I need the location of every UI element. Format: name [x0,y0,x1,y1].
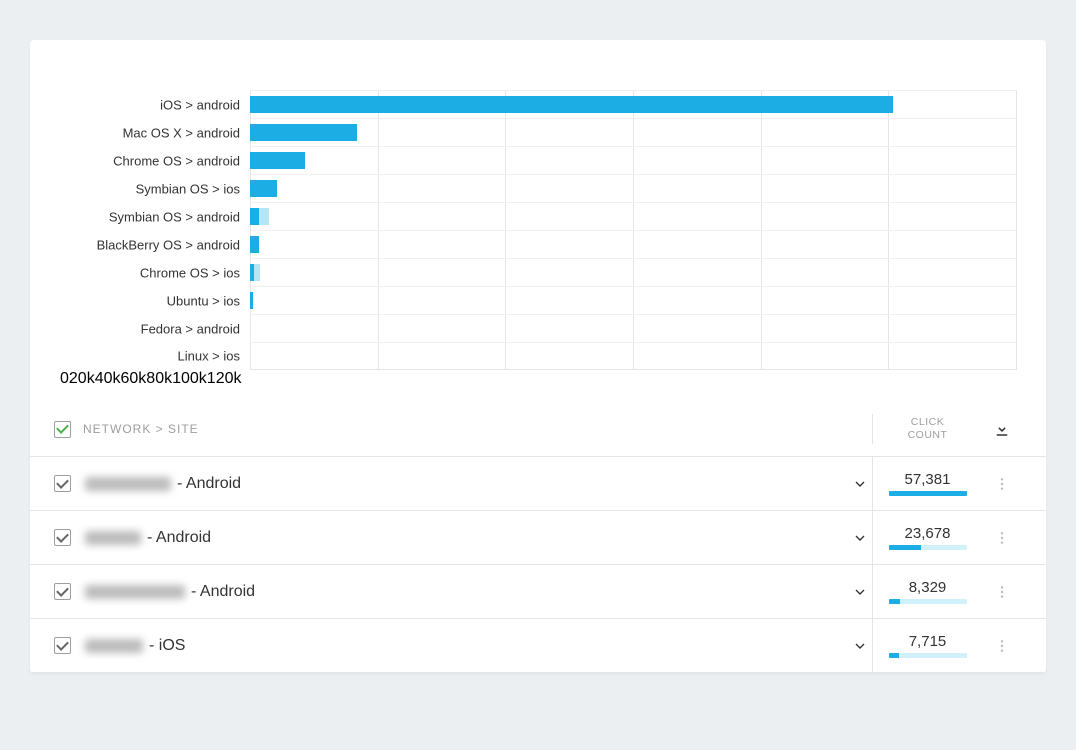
chevron-down-icon [852,638,868,654]
chart-plot-area: iOS > androidMac OS X > androidChrome OS… [250,90,1016,370]
row-suffix: - Android [191,583,255,601]
expand-button[interactable] [848,476,872,492]
click-count-cell: 23,678 [872,511,982,564]
click-count-cell: 7,715 [872,619,982,672]
click-count-bar [889,599,967,604]
column-header-click-count[interactable]: CLICK COUNT [872,414,982,444]
chart-bar-label: iOS > android [160,97,250,112]
chart-bar-row: Chrome OS > android [250,146,1016,174]
chart-x-tick: 0 [60,370,69,387]
chart-bar[interactable] [250,124,357,141]
table-body: - Android 57,381 - Android 23,678 - Androi… [30,457,1046,673]
chart-x-tick: 80k [146,370,172,387]
select-all-checkbox[interactable] [54,421,71,438]
chart-bar-label: Symbian OS > ios [136,181,250,196]
chart-bar-label: Fedora > android [141,321,250,336]
chart-bar-label: Linux > ios [177,349,250,364]
chart-bar[interactable] [250,292,253,309]
expand-button[interactable] [848,638,872,654]
chart-bar[interactable] [254,264,260,281]
chart-x-tick: 100k [172,370,207,387]
row-menu-button[interactable] [982,638,1022,654]
chart-bar-row: Fedora > android [250,314,1016,342]
chart-x-tick: 40k [95,370,121,387]
row-suffix: - Android [177,475,241,493]
chart-bar-row: Symbian OS > ios [250,174,1016,202]
chart-bar-label: Ubuntu > ios [167,293,250,308]
row-menu-button[interactable] [982,476,1022,492]
row-checkbox[interactable] [54,583,71,600]
chart-bar-row: iOS > android [250,90,1016,118]
row-suffix: - iOS [149,637,185,655]
chart-x-tick: 20k [69,370,95,387]
row-checkbox[interactable] [54,637,71,654]
chart-bar[interactable] [250,208,259,225]
chart-bar-label: Chrome OS > android [113,153,250,168]
chart-x-tick: 60k [121,370,147,387]
chart-bar-row: BlackBerry OS > android [250,230,1016,258]
click-count-bar [889,491,967,496]
chart-bar-row: Symbian OS > android [250,202,1016,230]
download-icon [993,420,1011,438]
chart-x-axis [250,64,1016,86]
download-button[interactable] [982,420,1022,438]
chart-container: iOS > androidMac OS X > androidChrome OS… [30,40,1046,402]
chart-bar[interactable] [250,96,893,113]
chart-bar-row: Linux > ios [250,342,1016,370]
table-row: - Android 57,381 [30,457,1046,511]
chart-bar[interactable] [259,208,269,225]
click-count-value: 7,715 [909,633,947,650]
more-vertical-icon [994,530,1010,546]
click-count-value: 23,678 [905,525,951,542]
table-row: - Android 23,678 [30,511,1046,565]
chevron-down-icon [852,584,868,600]
chart-bar[interactable] [250,152,305,169]
table-row: - Android 8,329 [30,565,1046,619]
chart-bar-row: Chrome OS > ios [250,258,1016,286]
expand-button[interactable] [848,530,872,546]
chart-bar-label: Symbian OS > android [109,209,250,224]
click-count-bar [889,545,967,550]
row-name: - Android [85,583,255,601]
redacted-name [85,531,141,545]
more-vertical-icon [994,476,1010,492]
row-suffix: - Android [147,529,211,547]
table-row: - iOS 7,715 [30,619,1046,673]
click-count-bar [889,653,967,658]
click-count-value: 57,381 [905,471,951,488]
chart-bar[interactable] [250,180,277,197]
chart-bar-label: Chrome OS > ios [140,265,250,280]
click-count-cell: 8,329 [872,565,982,618]
column-header-network-site: NETWORK > SITE [83,422,199,436]
chart-bar-label: BlackBerry OS > android [97,237,250,252]
row-menu-button[interactable] [982,530,1022,546]
chevron-down-icon [852,476,868,492]
row-name: - Android [85,529,211,547]
click-count-cell: 57,381 [872,457,982,510]
click-count-value: 8,329 [909,579,947,596]
chart-bar-label: Mac OS X > android [123,125,250,140]
table-header: NETWORK > SITE CLICK COUNT [30,402,1046,457]
chart-bar-row: Ubuntu > ios [250,286,1016,314]
more-vertical-icon [994,638,1010,654]
chart-bar-row: Mac OS X > android [250,118,1016,146]
row-checkbox[interactable] [54,529,71,546]
row-checkbox[interactable] [54,475,71,492]
dashboard-card: iOS > androidMac OS X > androidChrome OS… [30,40,1046,673]
row-name: - iOS [85,637,185,655]
more-vertical-icon [994,584,1010,600]
chevron-down-icon [852,530,868,546]
expand-button[interactable] [848,584,872,600]
chart-x-tick: 120k [207,370,242,387]
row-name: - Android [85,475,241,493]
redacted-name [85,477,171,491]
redacted-name [85,585,185,599]
chart-bar[interactable] [250,236,259,253]
redacted-name [85,639,143,653]
row-menu-button[interactable] [982,584,1022,600]
